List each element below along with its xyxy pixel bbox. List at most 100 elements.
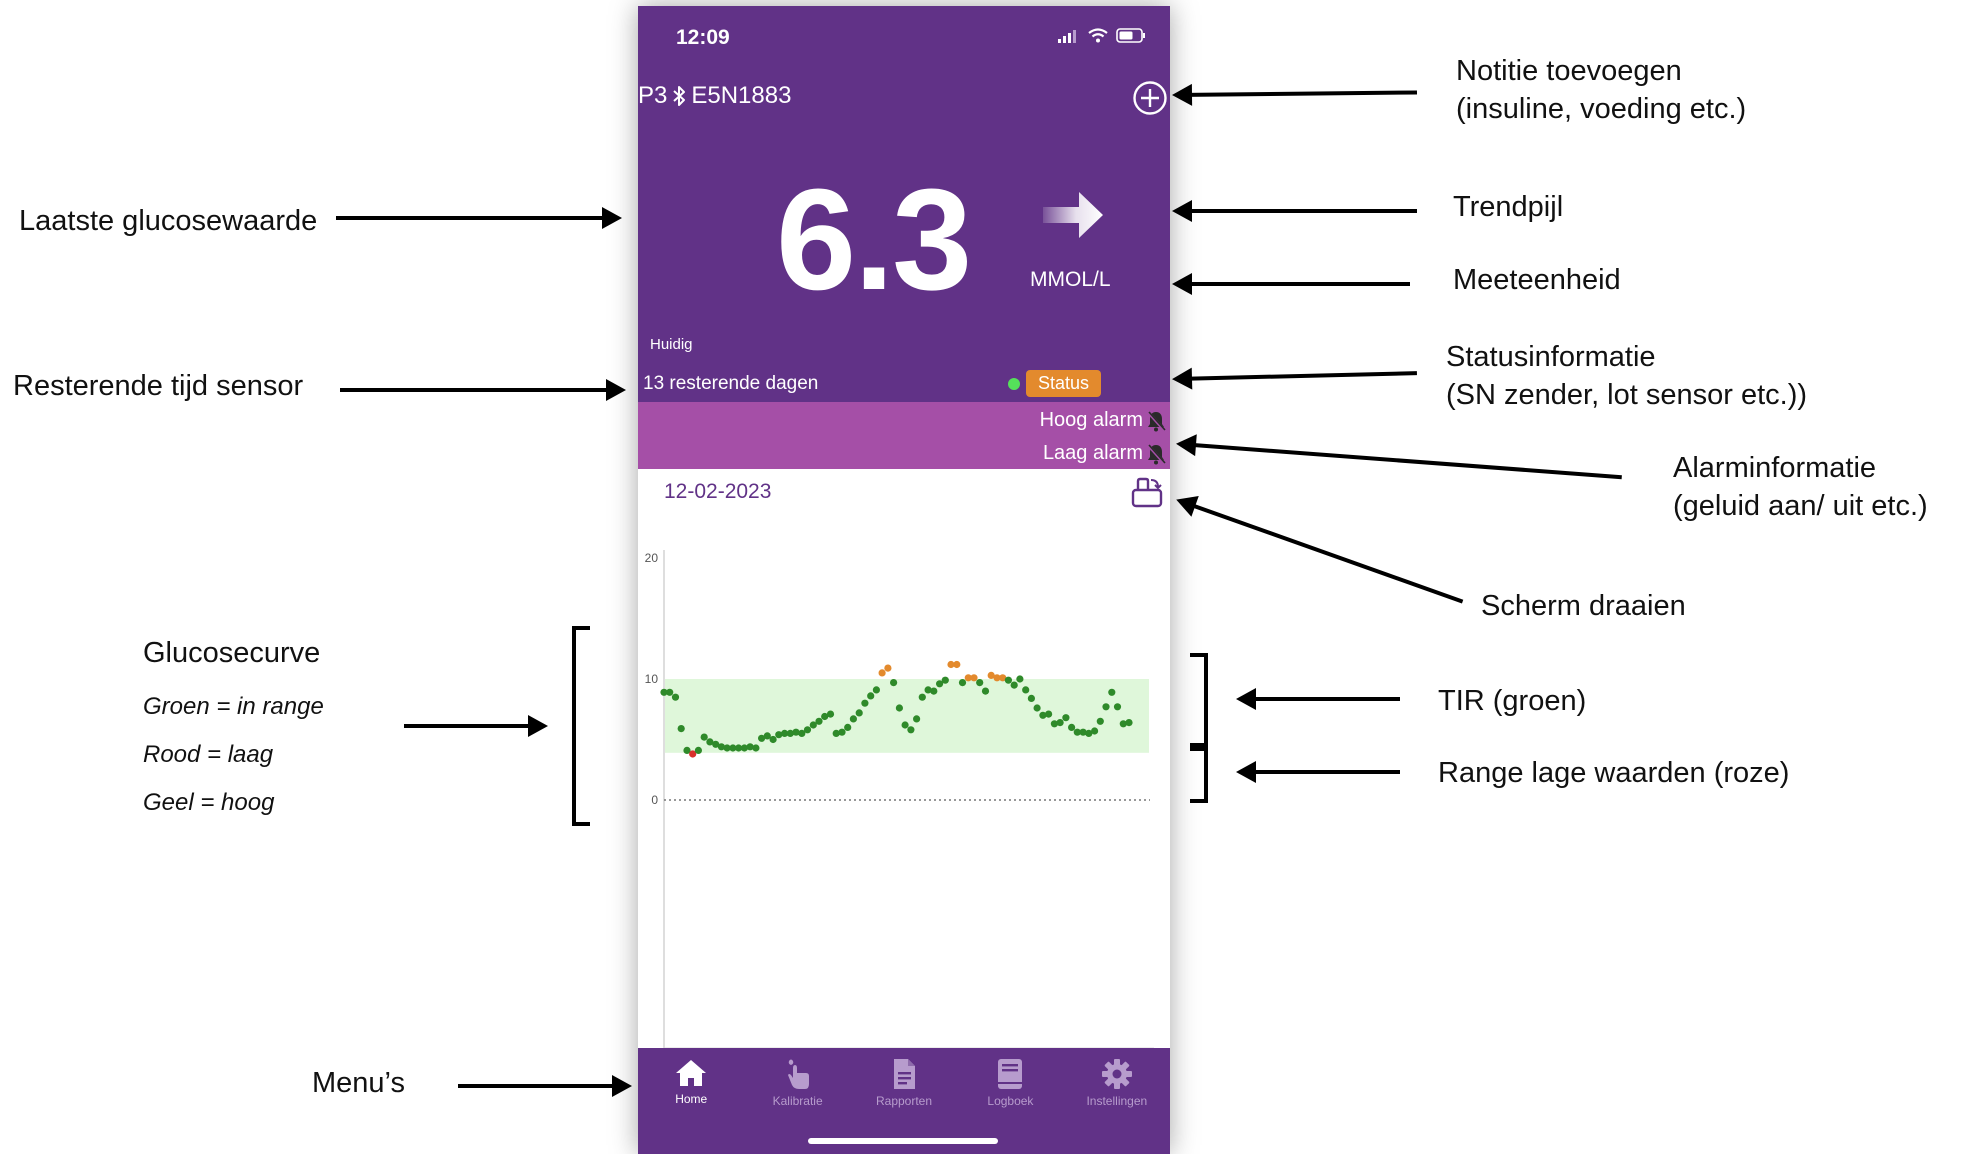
glucose-point bbox=[1016, 675, 1024, 683]
annotation-status-detail: (SN zender, lot sensor etc.)) bbox=[1446, 379, 1808, 411]
status-time: 12:09 bbox=[676, 26, 730, 49]
glucose-point bbox=[671, 693, 680, 701]
glucose-point bbox=[981, 687, 990, 695]
arrow-menus bbox=[458, 1075, 632, 1097]
glucose-point bbox=[1027, 694, 1035, 702]
tab-instellingen-label: Instellingen bbox=[1086, 1094, 1148, 1108]
annotation-status: Statusinformatie bbox=[1446, 341, 1656, 373]
glucose-point bbox=[1113, 703, 1122, 711]
glucose-point bbox=[976, 679, 984, 687]
glucose-unit: MMOL/L bbox=[1030, 268, 1111, 291]
glucose-point bbox=[1068, 723, 1076, 731]
glucose-point bbox=[1062, 714, 1070, 722]
battery-icon bbox=[1116, 28, 1145, 43]
glucose-point bbox=[803, 726, 812, 734]
low-alarm-label: Laag alarm bbox=[1042, 442, 1143, 464]
arrow-curve bbox=[404, 715, 548, 737]
glucose-chart: 0102012-02 08:1112-02 09:1112-02 10:1112… bbox=[645, 550, 1154, 1048]
bracket-tir bbox=[1190, 653, 1208, 747]
arrow-alarm bbox=[1179, 442, 1622, 480]
bell-muted-icon bbox=[1146, 443, 1166, 464]
glucose-point bbox=[1056, 719, 1064, 727]
tab-logboek-label: Logboek bbox=[987, 1094, 1034, 1108]
low-alarm[interactable]: Laag alarm bbox=[1043, 442, 1166, 465]
arrow-tir bbox=[1236, 688, 1400, 710]
glucose-point bbox=[878, 669, 886, 677]
glucose-point bbox=[752, 744, 760, 752]
annotation-tir: TIR (groen) bbox=[1438, 685, 1587, 717]
annotation-last-value: Laatste glucosewaarde bbox=[19, 205, 318, 237]
bluetooth-icon bbox=[673, 86, 686, 106]
phone-screen: 12:09 P3 E5N1883 6.3 MMOL/L Huidig 13 re… bbox=[638, 6, 1170, 1154]
device-model: P3 bbox=[638, 82, 668, 109]
home-icon bbox=[676, 1060, 707, 1086]
finger-drop-icon bbox=[787, 1059, 809, 1089]
book-icon bbox=[998, 1059, 1023, 1089]
glucose-point bbox=[872, 686, 880, 694]
glucose-point bbox=[867, 692, 875, 700]
glucose-point bbox=[1102, 703, 1110, 711]
glucose-point bbox=[1004, 676, 1012, 684]
tab-kalibratie-label: Kalibratie bbox=[772, 1094, 823, 1108]
annotation-low-range: Range lage waarden (roze) bbox=[1438, 757, 1790, 789]
glucose-point bbox=[1125, 719, 1133, 727]
glucose-point bbox=[1010, 681, 1018, 689]
high-alarm-label: Hoog alarm bbox=[1039, 409, 1143, 431]
home-indicator bbox=[808, 1138, 998, 1144]
add-note-button[interactable] bbox=[1132, 80, 1168, 116]
bracket-low-range bbox=[1190, 747, 1208, 803]
trend-arrow-icon bbox=[1043, 192, 1103, 238]
glucose-point bbox=[1022, 686, 1030, 694]
arrow-trend bbox=[1172, 200, 1417, 222]
signal-icon bbox=[1058, 29, 1076, 43]
y-tick-label: 10 bbox=[645, 672, 659, 686]
glucose-point bbox=[666, 688, 674, 696]
glucose-point bbox=[700, 733, 708, 741]
annotation-legend-red: Rood = laag bbox=[143, 741, 274, 768]
glucose-point bbox=[913, 715, 921, 723]
bracket-curve bbox=[572, 626, 590, 826]
glucose-point bbox=[958, 679, 967, 687]
annotation-trend: Trendpijl bbox=[1453, 191, 1564, 223]
arrow-unit bbox=[1172, 273, 1410, 295]
glucose-point bbox=[890, 679, 898, 687]
status-icons bbox=[1058, 28, 1146, 43]
status-button[interactable]: Status bbox=[1026, 370, 1102, 397]
annotation-alarm-detail: (geluid aan/ uit etc.) bbox=[1673, 490, 1928, 522]
glucose-point bbox=[826, 710, 835, 718]
arrow-rotate bbox=[1179, 499, 1464, 604]
annotation-curve-title: Glucosecurve bbox=[143, 637, 321, 669]
rotate-screen-button[interactable] bbox=[1130, 476, 1164, 510]
glucose-point bbox=[861, 699, 869, 707]
device-info[interactable]: P3 E5N1883 bbox=[638, 82, 791, 110]
status-area: Status bbox=[1008, 370, 1102, 397]
tab-home[interactable]: Home bbox=[638, 1048, 744, 1154]
high-alarm[interactable]: Hoog alarm bbox=[1040, 409, 1166, 432]
annotation-legend-green: Groen = in range bbox=[143, 693, 324, 720]
glucose-point bbox=[907, 726, 915, 734]
glucose-point bbox=[918, 693, 926, 701]
target-range-band bbox=[665, 679, 1149, 753]
y-tick-label: 0 bbox=[651, 793, 658, 807]
device-serial: E5N1883 bbox=[691, 82, 792, 109]
glucose-point bbox=[970, 674, 978, 682]
annotation-legend-yellow: Geel = hoog bbox=[143, 789, 275, 816]
glucose-point bbox=[769, 735, 777, 744]
tab-instellingen[interactable]: Instellingen bbox=[1064, 1048, 1170, 1154]
arrow-sensor-time bbox=[340, 379, 626, 401]
glucose-point bbox=[844, 723, 852, 731]
glucose-point bbox=[694, 746, 702, 754]
alarm-band: Hoog alarm Laag alarm bbox=[638, 402, 1170, 469]
tab-home-label: Home bbox=[675, 1092, 708, 1106]
chart-date: 12-02-2023 bbox=[664, 480, 772, 503]
glucose-value: 6.3 bbox=[776, 159, 972, 320]
annotation-rotate: Scherm draaien bbox=[1481, 590, 1686, 622]
glucose-header: 12:09 P3 E5N1883 6.3 MMOL/L Huidig 13 re… bbox=[638, 6, 1170, 402]
glucose-point bbox=[930, 687, 938, 695]
glucose-point bbox=[1045, 710, 1053, 718]
annotation-alarm: Alarminformatie bbox=[1673, 452, 1877, 484]
glucose-point bbox=[953, 660, 961, 669]
annotation-unit: Meeteenheid bbox=[1453, 264, 1621, 296]
tab-rapporten-label: Rapporten bbox=[875, 1094, 933, 1108]
wifi-icon bbox=[1088, 28, 1108, 43]
